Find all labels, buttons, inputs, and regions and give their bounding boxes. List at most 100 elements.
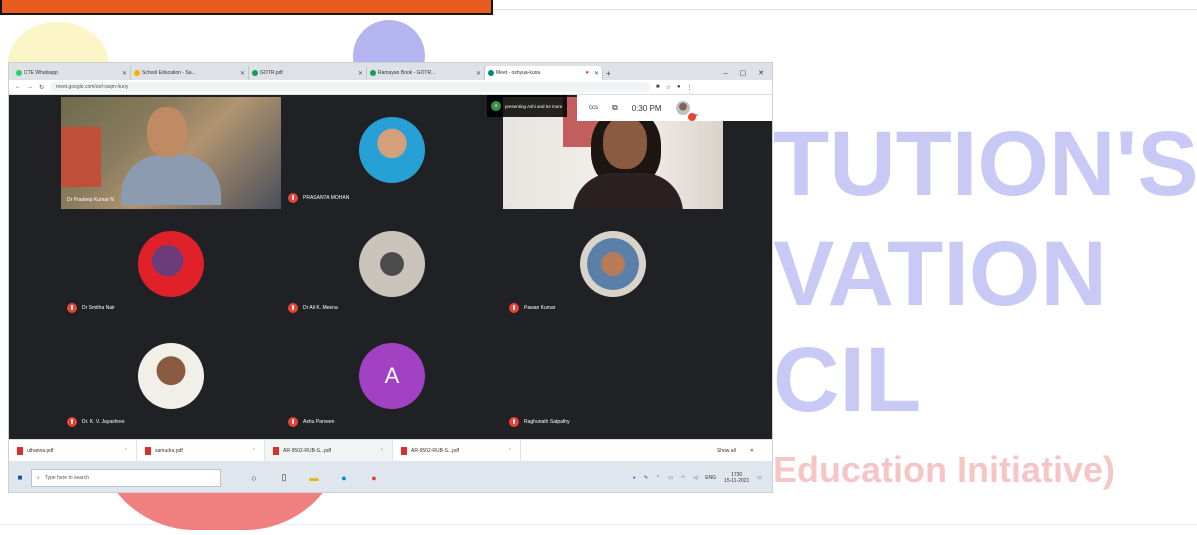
top-banner <box>0 0 493 15</box>
tab-label: GOTR.pdf <box>260 70 283 76</box>
captions-icon[interactable]: ccs <box>589 105 598 111</box>
chevron-up-icon[interactable]: ⌃ <box>656 475 660 481</box>
taskbar-search[interactable]: ⌕ Type here to search <box>31 468 221 487</box>
meet-grid: Dr Pradeep Kumar N PRASANTA MOHAN ... Dr… <box>9 95 772 439</box>
self-avatar <box>675 101 696 121</box>
tab-label: CTE Whatsapp <box>24 70 58 76</box>
cortana-icon[interactable]: ○ <box>247 473 261 483</box>
show-all-button[interactable]: Show all <box>717 448 736 454</box>
windows-taskbar: ■ ⌕ Type here to search ○ ▯ ▬ ● ● ● ✎ ⌃ … <box>9 461 772 492</box>
drive-icon <box>252 70 258 76</box>
new-tab-button[interactable]: + <box>603 66 619 80</box>
browser-tab[interactable]: CTE Whatsapp ✕ <box>13 66 131 80</box>
presenting-overlay: a presenting Ashi and 54 more <box>487 95 567 117</box>
participant-name-tag: Dr Ali K. Meena <box>288 303 338 313</box>
menu-icon[interactable]: ⋮ <box>687 84 693 91</box>
windows-start-icon[interactable]: ■ <box>9 461 31 492</box>
edge-icon[interactable]: ● <box>337 473 351 483</box>
close-icon[interactable]: ✕ <box>594 70 599 77</box>
notification-icon[interactable]: ▭ <box>757 475 762 481</box>
folder-icon[interactable]: ▬ <box>307 473 321 483</box>
close-window-button[interactable]: ✕ <box>758 69 764 77</box>
maximize-button[interactable]: ▢ <box>740 69 747 77</box>
tray-clock[interactable]: 1730 15-11-2021 <box>724 472 749 484</box>
search-placeholder: Type here to search <box>44 474 90 481</box>
screen-share-icon[interactable]: ⧉ <box>612 103 618 113</box>
participant-tile[interactable]: Dr Ali K. Meena <box>282 211 502 319</box>
lang-indicator[interactable]: ENG <box>705 475 716 481</box>
whatsapp-icon <box>16 70 22 76</box>
download-item[interactable]: AR-9502-RUB-S...pdf ⌃ <box>265 439 393 462</box>
close-icon[interactable]: ✕ <box>358 70 363 77</box>
watermark-line-3: CIL <box>773 329 922 431</box>
camera-icon[interactable]: ■ <box>656 84 660 91</box>
page: TUTION'S VATION CIL Education Initiative… <box>0 0 1197 535</box>
avatar <box>138 231 204 297</box>
close-icon[interactable]: ✕ <box>240 70 245 77</box>
chevron-down-icon[interactable]: ⌃ <box>508 448 512 454</box>
watermark-line-4: Education Initiative) <box>773 449 1116 490</box>
watermark-line-2: VATION <box>773 223 1107 325</box>
browser-tabstrip: CTE Whatsapp ✕ School Education - Sa... … <box>9 63 772 80</box>
window-controls: – ▢ ✕ <box>724 66 772 80</box>
browser-tab-active[interactable]: Meet - oshyua-kuna ● ✕ <box>485 66 603 80</box>
participant-name: Ashu Parveen <box>303 419 335 425</box>
downloads-actions: Show all ✕ <box>717 448 772 454</box>
participant-name: Dr Smitha Nair <box>82 305 115 311</box>
close-icon[interactable]: ✕ <box>476 70 481 77</box>
tray-date: 15-11-2021 <box>724 477 750 484</box>
download-item[interactable]: uthanna.pdf ⌃ <box>9 439 137 462</box>
close-icon[interactable]: ✕ <box>122 70 127 77</box>
browser-tab[interactable]: GOTR.pdf ✕ <box>249 66 367 80</box>
participant-tile[interactable]: A Ashu Parveen <box>282 321 502 433</box>
recording-dot-icon: ● <box>585 70 589 76</box>
tab-label: Meet - oshyua-kuna <box>496 70 541 76</box>
wifi-icon[interactable]: ◠ <box>681 475 685 481</box>
download-filename: AR-9502-RUB-S...pdf <box>283 447 332 454</box>
participant-name-tag: Pawan Kumar <box>509 303 555 313</box>
participant-tile[interactable]: Dr Pradeep Kumar N <box>61 97 281 209</box>
back-icon[interactable]: ← <box>15 84 21 90</box>
profile-icon[interactable]: ● <box>677 84 681 91</box>
browser-tab[interactable]: School Education - Sa... ✕ <box>131 66 249 80</box>
system-tray: ● ✎ ⌃ ▭ ◠ ◁ ENG 1730 15-11-2021 ▭ <box>633 472 772 484</box>
network-icon[interactable]: ● <box>633 475 636 481</box>
pen-icon[interactable]: ✎ <box>644 475 648 481</box>
participant-name: Dr Ali K. Meena <box>303 305 338 311</box>
download-item[interactable]: samudra.pdf ⌃ <box>137 439 265 462</box>
participant-tile[interactable]: Raghunath Satpathy <box>503 321 723 433</box>
search-icon: ⌕ <box>37 474 40 481</box>
avatar <box>359 117 425 183</box>
browser-tab[interactable]: Ramayan Book - GOTR... ✕ <box>367 66 485 80</box>
reload-icon[interactable]: ↻ <box>39 84 44 91</box>
participant-name: Dr. K. V. Jayashree <box>82 419 125 425</box>
participant-tile[interactable]: Dr Smitha Nair <box>61 211 281 319</box>
participant-tile[interactable]: Dr. K. V. Jayashree <box>61 321 281 433</box>
download-filename: samudra.pdf <box>155 447 183 454</box>
chevron-down-icon[interactable]: ⌃ <box>124 448 128 454</box>
participant-name: ... <box>509 197 514 203</box>
url-field[interactable]: meet.google.com/oof-raqm-huny <box>50 82 651 92</box>
close-downloads-button[interactable]: ✕ <box>750 448 754 454</box>
chevron-down-icon[interactable]: ⌃ <box>380 448 384 454</box>
minimize-button[interactable]: – <box>724 70 728 77</box>
chevron-down-icon[interactable]: ⌃ <box>252 448 256 454</box>
participant-tile[interactable]: Pawan Kumar <box>503 211 723 319</box>
participant-name: PRASANTA MOHAN <box>303 195 350 201</box>
forward-icon[interactable]: → <box>27 84 33 90</box>
task-view-icon[interactable]: ▯ <box>277 472 291 483</box>
participant-name: Pawan Kumar <box>524 305 556 311</box>
participant-name-tag: Dr Smitha Nair <box>67 303 115 313</box>
download-item[interactable]: AR-9502-RUB-S...pdf ⌃ <box>393 439 521 462</box>
taskbar-apps: ○ ▯ ▬ ● ● <box>221 472 381 483</box>
download-filename: AR-9502-RUB-S...pdf <box>411 447 460 454</box>
participant-video <box>61 97 281 209</box>
battery-icon[interactable]: ▭ <box>668 475 673 481</box>
participant-tile[interactable]: PRASANTA MOHAN <box>282 97 502 209</box>
chrome-icon[interactable]: ● <box>367 473 381 483</box>
volume-icon[interactable]: ◁ <box>693 475 697 481</box>
avatar <box>359 231 425 297</box>
pdf-icon <box>273 446 279 455</box>
star-icon[interactable]: ☆ <box>666 84 671 91</box>
pdf-icon <box>17 446 23 455</box>
